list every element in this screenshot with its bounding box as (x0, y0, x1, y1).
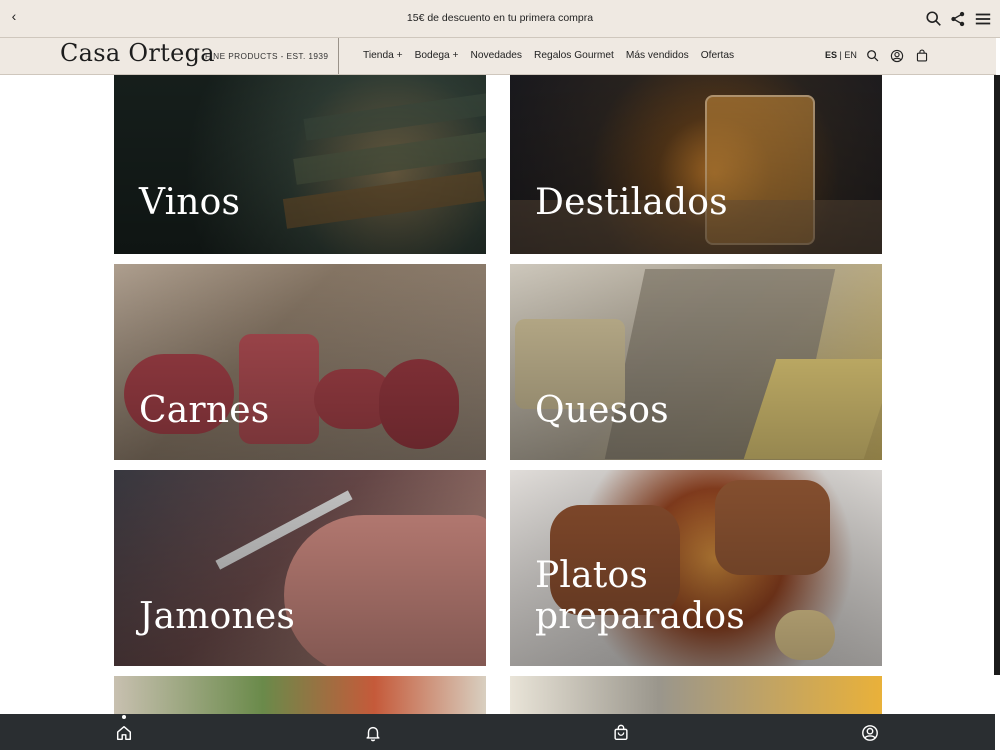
brand-logo[interactable]: Casa Ortega (60, 39, 215, 67)
account-icon[interactable] (890, 49, 904, 63)
tile-overlay (114, 75, 486, 254)
category-tile-partial[interactable] (510, 676, 882, 716)
nav-item-ofertas[interactable]: Ofertas (701, 50, 734, 61)
category-label: Quesos (535, 390, 669, 431)
cart-icon[interactable] (915, 49, 929, 63)
category-tile-destilados[interactable]: Destilados (510, 75, 882, 254)
share-icon[interactable] (949, 10, 967, 28)
nav-item-tienda[interactable]: Tienda + (363, 50, 403, 61)
tile-overlay (510, 75, 882, 254)
active-tab-indicator (122, 715, 126, 719)
promo-text: 15€ de descuento en tu primera compra (406, 12, 594, 24)
category-label: Vinos (139, 182, 241, 223)
category-label: Carnes (139, 390, 270, 431)
category-label: Destilados (535, 182, 728, 223)
category-label-line-2: preparados (535, 596, 745, 637)
bottom-tab-bar (0, 714, 995, 750)
account-icon[interactable] (861, 724, 879, 742)
nav-item-novedades[interactable]: Novedades (470, 50, 522, 61)
category-tile-vinos[interactable]: Vinos (114, 75, 486, 254)
lang-en[interactable]: EN (844, 50, 857, 60)
lang-separator: | (839, 50, 842, 60)
scrollbar[interactable] (994, 75, 1000, 675)
category-tile-partial[interactable] (114, 676, 486, 716)
main-nav: Tienda + Bodega + Novedades Regalos Gour… (363, 50, 734, 61)
header-divider (338, 38, 339, 74)
nav-item-bodega[interactable]: Bodega + (415, 50, 459, 61)
menu-icon[interactable] (974, 10, 992, 28)
nav-item-regalos-gourmet[interactable]: Regalos Gourmet (534, 50, 614, 61)
category-tile-carnes[interactable]: Carnes (114, 264, 486, 460)
brand-tagline: FINE PRODUCTS - EST. 1939 (205, 51, 329, 61)
site-header: Casa Ortega FINE PRODUCTS - EST. 1939 Ti… (0, 38, 996, 75)
category-label: Jamones (139, 596, 296, 637)
category-tile-platos-preparados[interactable]: Platos preparados (510, 470, 882, 666)
nav-item-mas-vendidos[interactable]: Más vendidos (626, 50, 689, 61)
home-icon[interactable] (115, 724, 133, 742)
language-switcher: ES | EN (825, 50, 857, 60)
category-label-line-1: Platos (535, 555, 649, 596)
search-icon[interactable] (866, 49, 880, 63)
cart-icon[interactable] (612, 724, 630, 742)
category-tile-jamones[interactable]: Jamones (114, 470, 486, 666)
search-icon[interactable] (925, 10, 943, 28)
lang-es[interactable]: ES (825, 50, 837, 60)
promo-bar: ‹ 15€ de descuento en tu primera compra (0, 0, 1000, 38)
bell-icon[interactable] (364, 724, 382, 742)
category-tile-quesos[interactable]: Quesos (510, 264, 882, 460)
